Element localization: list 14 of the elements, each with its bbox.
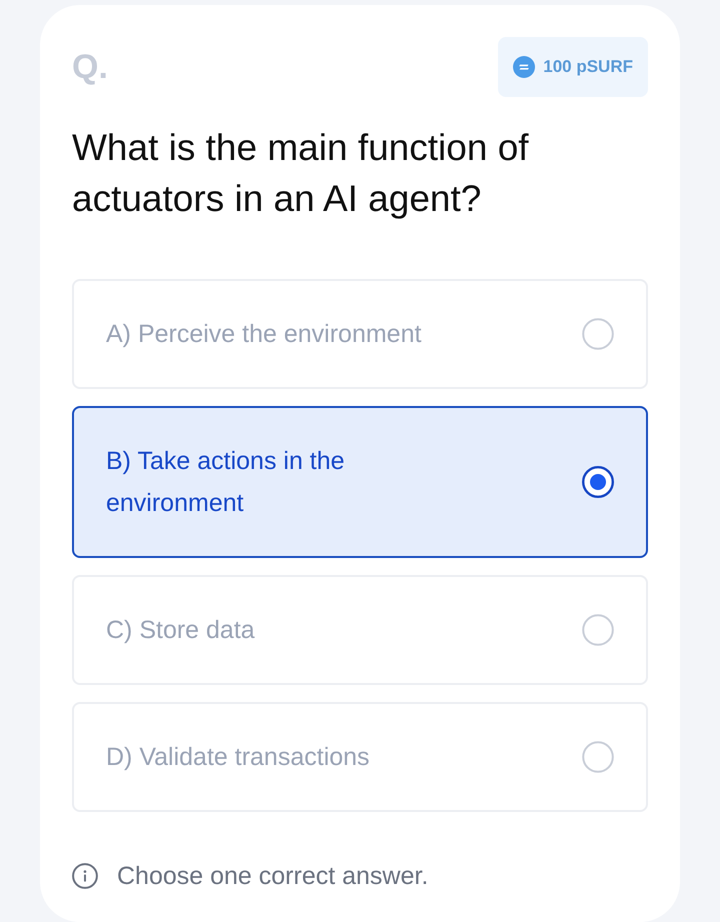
question-text: What is the main function of actuators in an AI agent?	[72, 126, 530, 221]
reward-amount: 100 pSURF	[543, 56, 633, 78]
answer-option[interactable]: B) Take actions in the environment	[72, 406, 648, 558]
answer-option[interactable]: C) Store data	[72, 575, 648, 685]
radio-checked-icon[interactable]	[582, 466, 614, 498]
answer-option[interactable]: A) Perceive the environment	[72, 279, 648, 389]
answer-option[interactable]: D) Validate transactions	[72, 702, 648, 812]
info-icon	[72, 863, 98, 889]
hint-text: Choose one correct answer.	[117, 861, 428, 891]
radio-icon[interactable]	[582, 318, 614, 350]
radio-icon[interactable]	[582, 741, 614, 773]
coin-icon	[513, 56, 536, 78]
question-label: Q.	[72, 50, 108, 84]
radio-icon[interactable]	[582, 614, 614, 646]
